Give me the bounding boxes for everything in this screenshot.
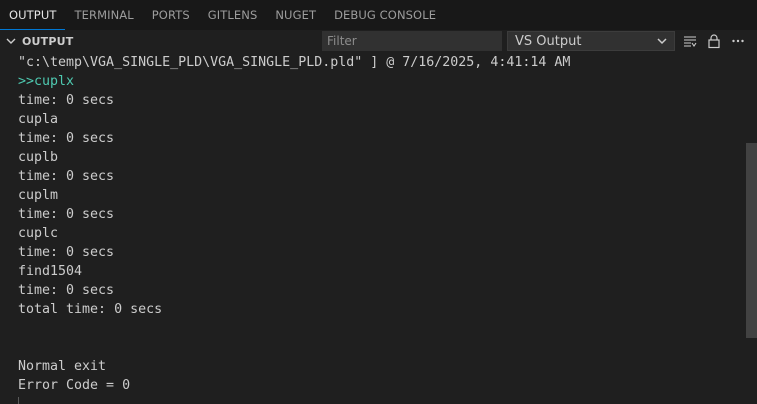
lock-icon[interactable]	[706, 33, 722, 49]
log-line: time: 0 secs	[18, 93, 115, 108]
tab-nuget[interactable]: NUGET	[266, 0, 325, 30]
output-section-header: OUTPUT VS Output	[0, 30, 757, 52]
log-line-command: >>cuplx	[18, 74, 75, 89]
tab-output[interactable]: OUTPUT	[0, 0, 66, 30]
log-line: find1504	[18, 264, 83, 279]
tab-gitlens[interactable]: GITLENS	[199, 0, 267, 30]
panel-tab-bar: OUTPUT TERMINAL PORTS GITLENS NUGET DEBU…	[0, 0, 757, 30]
chevron-down-icon[interactable]	[3, 33, 19, 49]
chevron-down-icon	[657, 38, 667, 45]
log-line: time: 0 secs	[18, 207, 115, 222]
log-line: time: 0 secs	[18, 131, 115, 146]
log-line: Normal exit	[18, 359, 107, 374]
output-log[interactable]: "c:\temp\VGA_SINGLE_PLD\VGA_SINGLE_PLD.p…	[0, 52, 745, 404]
log-line: cuplb	[18, 150, 59, 165]
section-title: OUTPUT	[22, 34, 74, 48]
output-channel-select[interactable]: VS Output	[507, 31, 675, 51]
log-line: "c:\temp\VGA_SINGLE_PLD\VGA_SINGLE_PLD.p…	[18, 55, 571, 70]
tab-terminal[interactable]: TERMINAL	[65, 0, 142, 30]
log-line: cuplm	[18, 188, 59, 203]
filter-input[interactable]	[322, 31, 502, 51]
scrollbar-thumb[interactable]	[746, 143, 757, 338]
log-line: time: 0 secs	[18, 169, 115, 184]
log-line: total time: 0 secs	[18, 302, 163, 317]
log-line: cupla	[18, 112, 59, 127]
ellipsis-icon[interactable]	[730, 33, 746, 49]
log-line: Error Code = 0	[18, 378, 131, 393]
log-line: time: 0 secs	[18, 283, 115, 298]
output-channel-value: VS Output	[515, 33, 582, 49]
text-cursor	[18, 397, 19, 404]
log-line: time: 0 secs	[18, 245, 115, 260]
tab-ports[interactable]: PORTS	[143, 0, 199, 30]
section-toggle[interactable]: OUTPUT	[3, 30, 73, 52]
list-filter-icon[interactable]	[682, 33, 698, 49]
tab-debug-console[interactable]: DEBUG CONSOLE	[325, 0, 445, 30]
log-line: cuplc	[18, 226, 59, 241]
